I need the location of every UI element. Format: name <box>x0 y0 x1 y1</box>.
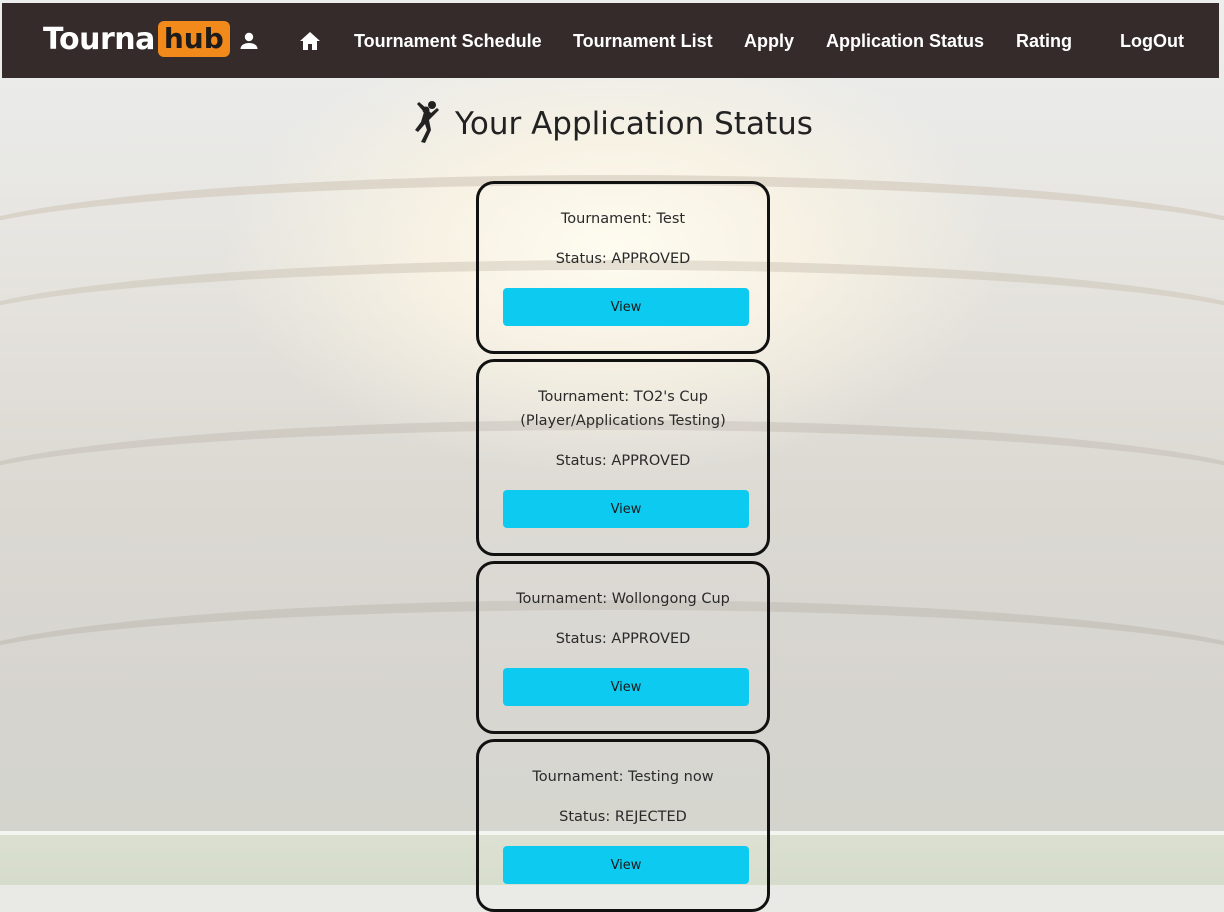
user-icon[interactable] <box>237 29 261 53</box>
application-card: Tournament: Wollongong Cup Status: APPRO… <box>476 561 770 734</box>
nav-apply[interactable]: Apply <box>744 31 794 52</box>
page-header: Your Application Status <box>0 100 1224 148</box>
application-card: Tournament: TO2's Cup (Player/Applicatio… <box>476 359 770 556</box>
brand-accent: hub <box>157 21 230 57</box>
application-status: Status: APPROVED <box>555 251 691 267</box>
application-status: Status: APPROVED <box>555 631 691 647</box>
application-status: Status: APPROVED <box>555 453 691 469</box>
tournament-name: Tournament: Wollongong Cup <box>516 591 730 607</box>
view-button[interactable]: View <box>503 490 749 528</box>
nav-logout[interactable]: LogOut <box>1120 31 1184 52</box>
application-status: Status: REJECTED <box>559 809 687 825</box>
view-button[interactable]: View <box>503 668 749 706</box>
tournament-name: Tournament: Testing now <box>532 769 714 785</box>
nav-tournament-schedule[interactable]: Tournament Schedule <box>354 31 542 52</box>
tournament-name: Tournament: TO2's Cup <box>538 389 708 405</box>
brand-text: Tourna <box>43 21 155 57</box>
nav-application-status[interactable]: Application Status <box>826 31 984 52</box>
view-button[interactable]: View <box>503 288 749 326</box>
brand-logo[interactable]: Tourna hub <box>43 21 230 57</box>
tournament-name: Tournament: Test <box>560 211 686 227</box>
nav-rating[interactable]: Rating <box>1016 31 1072 52</box>
application-card: Tournament: Testing now Status: REJECTED… <box>476 739 770 912</box>
page-title: Your Application Status <box>455 106 813 142</box>
application-card: Tournament: Test Status: APPROVED View <box>476 181 770 354</box>
view-button[interactable]: View <box>503 846 749 884</box>
tournament-name-cont: (Player/Applications Testing) <box>520 413 726 429</box>
home-icon[interactable] <box>298 29 322 53</box>
navbar: Tourna hub Tournament Schedule Tournamen… <box>2 3 1219 78</box>
handball-player-icon <box>411 100 441 148</box>
nav-tournament-list[interactable]: Tournament List <box>573 31 713 52</box>
